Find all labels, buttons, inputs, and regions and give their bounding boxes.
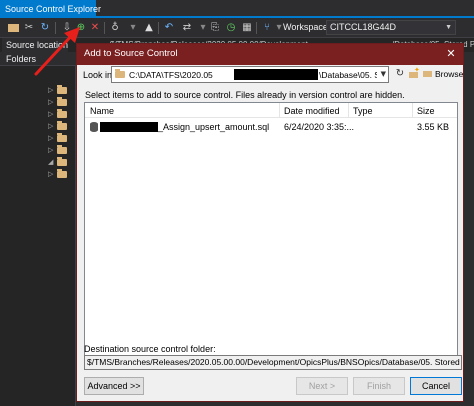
next-button[interactable]: Next >: [296, 377, 348, 395]
history-icon[interactable]: ◷: [224, 21, 238, 35]
folder-icon: [57, 85, 67, 94]
list-item[interactable]: _Assign_upsert_amount.sql 6/24/2020 3:35…: [85, 120, 457, 134]
workspace-label: Workspace:: [283, 22, 331, 32]
refresh-icon[interactable]: ↻: [38, 21, 52, 35]
file-list[interactable]: Name Date modified Type Size _Assign_ups…: [84, 102, 458, 358]
tree-node[interactable]: ▷: [48, 109, 74, 120]
delete-icon[interactable]: ✕: [88, 21, 102, 35]
expand-arrow-icon[interactable]: ▷: [48, 133, 53, 144]
close-icon[interactable]: ✕: [443, 46, 459, 62]
column-header-size[interactable]: Size: [417, 106, 435, 116]
folder-icon: [57, 97, 67, 106]
expand-arrow-icon[interactable]: ▷: [48, 97, 53, 108]
instructions-text: Select items to add to source control. F…: [85, 90, 405, 100]
column-separator[interactable]: [412, 103, 413, 118]
browse-button[interactable]: Browse...: [423, 68, 463, 81]
file-size: 3.55 KB: [417, 122, 450, 132]
get-latest-icon[interactable]: ⇩: [60, 21, 74, 35]
check-out-icon[interactable]: ▾: [126, 21, 140, 35]
folders-header: Folders: [0, 52, 76, 66]
undo-icon[interactable]: ↶: [162, 21, 176, 35]
destination-folder-field[interactable]: $/TMS/Branches/Releases/2020.05.00.00/De…: [84, 355, 462, 370]
collapse-arrow-icon[interactable]: ◢: [48, 157, 53, 168]
toolbar-separator: [256, 22, 257, 34]
refresh-button[interactable]: ↻: [394, 68, 406, 80]
tree-node[interactable]: ▷: [48, 97, 74, 108]
expand-arrow-icon[interactable]: ▷: [48, 145, 53, 156]
refresh-icon: ↻: [395, 68, 405, 79]
expand-arrow-icon[interactable]: ▷: [48, 121, 53, 132]
list-header: Name Date modified Type Size: [85, 103, 457, 118]
vs-toolbar: ✂ ↻ ⇩ ⊕ ✕ ♁ ▾ ▲ ↶ ⇄ ▾ ⎘ ◷ ▦ ⑂ ▾ Workspac…: [0, 18, 474, 38]
folder-icon: [57, 169, 67, 178]
folder-icon: [57, 133, 67, 142]
folders-pane: Folders ▷ ▷ ▷ ▷ ▷ ▷ ◢ ▷: [0, 52, 76, 406]
look-in-path-start: C:\DATA\TFS\2020.05: [129, 70, 213, 80]
folder-open-icon: [57, 157, 67, 166]
annotate-icon[interactable]: ▦: [240, 21, 254, 35]
tree-node[interactable]: ▷: [48, 169, 74, 180]
expand-arrow-icon[interactable]: ▷: [48, 109, 53, 120]
toolbar-separator: [55, 22, 56, 34]
look-in-combo[interactable]: C:\DATA\TFS\2020.05 \Database\05. Stored…: [111, 66, 389, 83]
tab-source-control-explorer[interactable]: Source Control Explorer: [0, 0, 101, 18]
chevron-down-icon: ▼: [445, 24, 452, 31]
toolbar-separator: [104, 22, 105, 34]
add-to-source-control-icon[interactable]: ⊕: [74, 21, 88, 35]
sparkle-icon: ✦: [414, 66, 420, 74]
look-in-label: Look in:: [83, 70, 115, 80]
folder-icon: [57, 109, 67, 118]
destination-folder-label: Destination source control folder:: [84, 344, 216, 354]
column-header-type[interactable]: Type: [353, 106, 373, 116]
tree-node[interactable]: ▷: [48, 145, 74, 156]
check-in-icon[interactable]: ▲: [142, 21, 156, 35]
folder-icon: [115, 69, 125, 78]
folder-icon: [57, 145, 67, 154]
tree-node[interactable]: ▷: [48, 121, 74, 132]
dialog-title-bar[interactable]: Add to Source Control ✕: [77, 44, 463, 65]
cut-icon[interactable]: ✂: [22, 21, 36, 35]
redaction-bar: [100, 122, 158, 132]
tree-node-expanded[interactable]: ◢: [48, 157, 74, 168]
folder-icon: [57, 121, 67, 130]
look-in-path-end: \Database\05. Stored Proced: [319, 70, 377, 80]
column-header-name[interactable]: Name: [90, 106, 114, 116]
file-name: _Assign_upsert_amount.sql: [158, 122, 270, 132]
finish-button[interactable]: Finish: [353, 377, 405, 395]
column-separator[interactable]: [279, 103, 280, 118]
vs-tab-strip: Source Control Explorer: [0, 0, 474, 18]
lock-icon[interactable]: ♁: [108, 21, 122, 35]
folder-icon: [423, 71, 432, 77]
advanced-button[interactable]: Advanced >>: [84, 377, 144, 395]
column-separator[interactable]: [348, 103, 349, 118]
source-location-label: Source location:: [2, 38, 68, 52]
shelve-icon[interactable]: ⎘: [208, 21, 222, 35]
new-folder-icon[interactable]: [6, 21, 20, 35]
file-date-modified: 6/24/2020 3:35:...: [284, 122, 355, 132]
browse-label: Browse...: [435, 69, 463, 79]
compare-icon[interactable]: ⇄: [180, 21, 194, 35]
workspace-select[interactable]: CITCCL18G44D ▼: [326, 20, 456, 35]
chevron-down-icon[interactable]: ▼: [381, 70, 386, 78]
expand-arrow-icon[interactable]: ▷: [48, 85, 53, 96]
new-folder-button[interactable]: ✦: [409, 66, 420, 79]
dialog-title: Add to Source Control: [84, 48, 178, 59]
tree-node[interactable]: ▷: [48, 133, 74, 144]
column-header-date-modified[interactable]: Date modified: [284, 106, 340, 116]
sql-file-icon: [90, 122, 98, 132]
toolbar-separator: [158, 22, 159, 34]
workspace-value: CITCCL18G44D: [330, 22, 397, 32]
expand-arrow-icon[interactable]: ▷: [48, 169, 53, 180]
redaction-bar: [234, 69, 318, 80]
cancel-button[interactable]: Cancel: [410, 377, 462, 395]
tree-node[interactable]: ▷: [48, 85, 74, 96]
add-to-source-control-dialog: Add to Source Control ✕ Look in: C:\DATA…: [76, 43, 464, 402]
